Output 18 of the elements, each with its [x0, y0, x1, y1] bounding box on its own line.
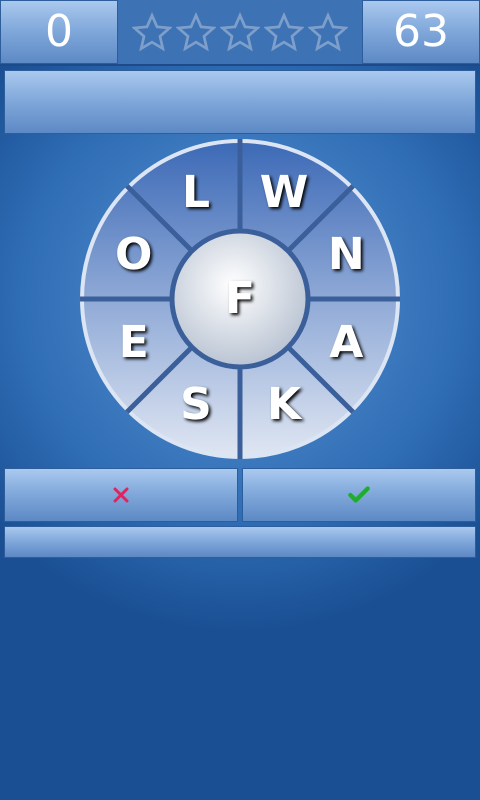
- star-icon: [264, 12, 304, 52]
- letter-tile[interactable]: W: [259, 168, 309, 218]
- star-icon: [220, 12, 260, 52]
- letter-tile[interactable]: A: [321, 318, 372, 368]
- star-icon: [308, 12, 348, 52]
- letter-tile[interactable]: O: [108, 230, 159, 280]
- score-display: 0: [0, 0, 118, 64]
- submit-button[interactable]: [242, 468, 476, 522]
- letter-tile[interactable]: K: [259, 380, 309, 430]
- star-icon: [132, 12, 172, 52]
- letter-tile[interactable]: L: [170, 168, 221, 218]
- letter-tile[interactable]: N: [321, 230, 372, 280]
- clear-button[interactable]: [4, 468, 238, 522]
- star-icon: [176, 12, 216, 52]
- total-display: 63: [362, 0, 480, 64]
- letter-tile[interactable]: S: [170, 380, 221, 430]
- center-letter[interactable]: F: [215, 274, 265, 324]
- letter-tile[interactable]: E: [108, 318, 159, 368]
